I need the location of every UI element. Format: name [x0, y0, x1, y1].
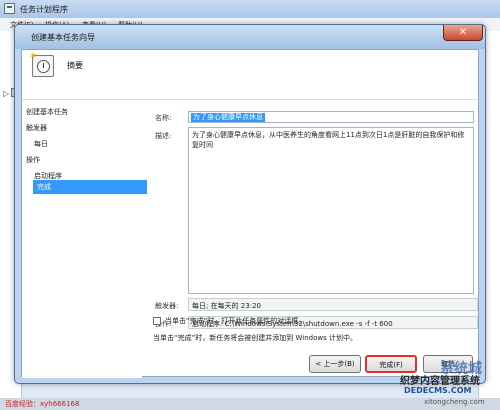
- trigger-value: 每日; 在每天的 23:20: [188, 298, 478, 311]
- back-button[interactable]: < 上一步(B): [309, 355, 361, 373]
- wizard-header: ✶ 摘要: [22, 50, 478, 100]
- dialog-title: 创建基本任务向导: [31, 33, 95, 42]
- description-field[interactable]: 为了身心健康早点休息，从中医养生的角度看网上11点到次日1点是肝脏的自我保护和修…: [188, 127, 474, 294]
- open-properties-checkbox[interactable]: [153, 317, 161, 325]
- finish-button[interactable]: 完成(F): [365, 355, 417, 373]
- star-icon: ✶: [29, 51, 38, 62]
- create-basic-task-wizard: 创建基本任务向导 ✕ ✶ 摘要 创建基本任务 触发器 每日 操作 启动程序 完成…: [14, 24, 486, 384]
- watermark-bottom-left: 百度经验：xyh666168: [5, 400, 80, 408]
- step-action: 操作: [26, 156, 40, 164]
- task-scheduler-icon: [4, 3, 15, 14]
- step-finish-selected: 完成: [33, 180, 147, 194]
- tree-expand-icon[interactable]: ▷: [3, 89, 9, 98]
- name-field[interactable]: 为了身心健康早点休息: [188, 111, 474, 123]
- background-titlebar: 任务计划程序: [0, 0, 500, 18]
- step-trigger: 触发器: [26, 124, 47, 132]
- background-window-title: 任务计划程序: [20, 5, 68, 14]
- step-create-basic-task: 创建基本任务: [26, 108, 68, 116]
- step-finish-label: 完成: [37, 183, 51, 191]
- watermark-site: xitongcheng.com: [424, 398, 485, 406]
- wizard-step-list: 创建基本任务 触发器 每日 操作 启动程序: [22, 101, 142, 378]
- watermark-brand-en: DEDECMS.COM: [404, 386, 472, 395]
- wizard-step-title: 摘要: [67, 61, 83, 70]
- open-properties-label: 当单击“完成”时，打开此任务属性的对话框。: [165, 317, 306, 325]
- trigger-label: 触发器:: [155, 302, 179, 310]
- task-clock-icon: ✶: [29, 51, 54, 77]
- name-label: 名称:: [155, 114, 172, 122]
- step-daily: 每日: [34, 140, 48, 148]
- dialog-titlebar: 创建基本任务向导 ✕: [15, 25, 485, 49]
- finish-note: 当单击“完成”时，新任务将会被创建并添加到 Windows 计划中。: [153, 334, 357, 342]
- close-button[interactable]: ✕: [443, 25, 483, 41]
- name-value: 为了身心健康早点休息: [191, 113, 265, 122]
- description-label: 描述:: [155, 132, 172, 140]
- clock-face: [37, 60, 50, 73]
- watermark-brand-cn: 织梦内容管理系统: [400, 376, 480, 387]
